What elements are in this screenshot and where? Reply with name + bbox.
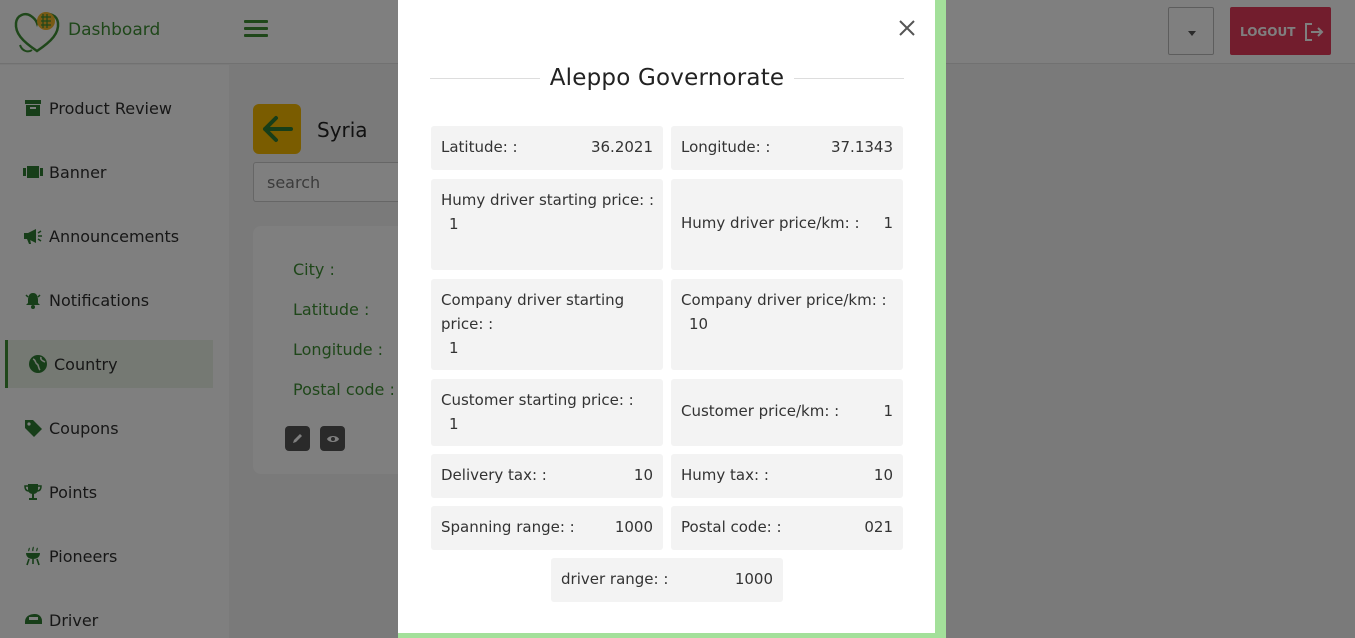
field-content: Company driver starting price: : 1 (441, 288, 656, 360)
field-humy-driver-price-km: Humy driver price/km: : 1 (671, 179, 903, 270)
field-value: 1 (449, 339, 459, 357)
field-value: 37.1343 (830, 138, 893, 156)
field-label: Latitude: : (441, 138, 518, 156)
field-content: Humy driver starting price: : 1 (441, 188, 656, 236)
field-company-driver-price-km: Company driver price/km: : 10 (671, 279, 903, 370)
field-latitude: Latitude: : 36.2021 (431, 126, 663, 170)
field-label: Postal code: : (681, 518, 782, 536)
modal-bottom-accent (398, 633, 946, 638)
field-value: 1000 (734, 570, 773, 588)
field-label: Longitude: : (681, 138, 771, 156)
field-content: Company driver price/km: : 10 (681, 288, 896, 336)
field-label: Company driver starting price: : (441, 291, 625, 333)
field-humy-tax: Humy tax: : 10 (671, 454, 903, 498)
divider (794, 77, 905, 79)
field-label: Humy driver price/km: : (681, 214, 860, 232)
close-icon[interactable] (896, 17, 918, 39)
field-humy-driver-starting-price: Humy driver starting price: : 1 (431, 179, 663, 270)
field-label: Customer price/km: : (681, 402, 840, 420)
field-value: 36.2021 (590, 138, 653, 156)
details-modal: Aleppo Governorate Latitude: : 36.2021 L… (398, 0, 946, 638)
field-value: 10 (633, 466, 653, 484)
divider (430, 77, 540, 79)
field-content: Customer starting price: : 1 (441, 388, 656, 436)
modal-title: Aleppo Governorate (549, 65, 785, 91)
field-value: 1 (883, 214, 893, 232)
field-label: Spanning range: : (441, 518, 575, 536)
field-label: Company driver price/km: : (681, 291, 887, 309)
field-value: 021 (864, 518, 893, 536)
field-delivery-tax: Delivery tax: : 10 (431, 454, 663, 498)
field-value: 1 (449, 215, 459, 233)
field-company-driver-starting-price: Company driver starting price: : 1 (431, 279, 663, 370)
field-longitude: Longitude: : 37.1343 (671, 126, 903, 170)
field-value: 1000 (614, 518, 653, 536)
field-driver-range: driver range: : 1000 (551, 558, 783, 602)
field-customer-starting-price: Customer starting price: : 1 (431, 379, 663, 446)
field-label: driver range: : (561, 570, 669, 588)
field-label: Customer starting price: : (441, 391, 634, 409)
field-postal-code: Postal code: : 021 (671, 506, 903, 550)
field-value: 1 (883, 402, 893, 420)
field-label: Humy tax: : (681, 466, 769, 484)
field-value: 10 (689, 315, 709, 333)
field-spanning-range: Spanning range: : 1000 (431, 506, 663, 550)
field-label: Humy driver starting price: : (441, 191, 655, 209)
modal-header: Aleppo Governorate (430, 62, 905, 94)
field-label: Delivery tax: : (441, 466, 547, 484)
field-value: 1 (449, 415, 459, 433)
field-customer-price-km: Customer price/km: : 1 (671, 379, 903, 446)
field-value: 10 (873, 466, 893, 484)
